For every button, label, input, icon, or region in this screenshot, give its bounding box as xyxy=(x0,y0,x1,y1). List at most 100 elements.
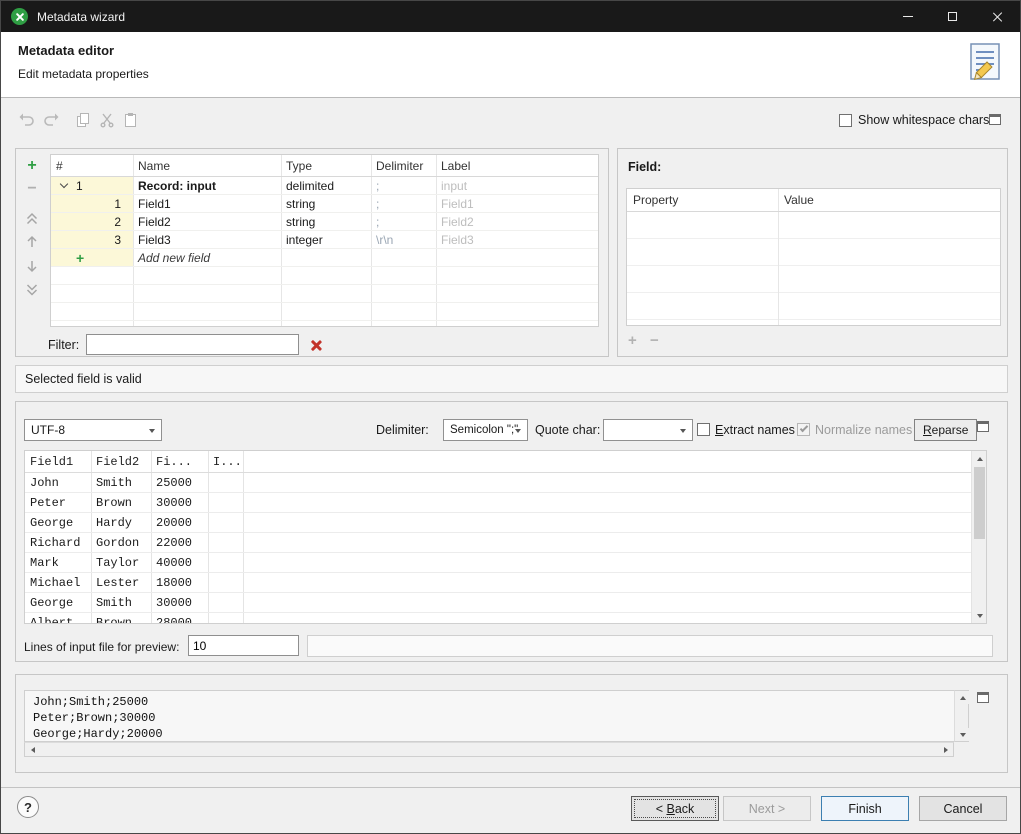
add-field-plus-icon[interactable]: + xyxy=(76,250,84,266)
table-row-field2[interactable]: 2 Field2 string ; Field2 xyxy=(51,213,598,231)
quote-char-select[interactable] xyxy=(603,419,693,441)
cancel-button[interactable]: Cancel xyxy=(919,796,1007,821)
scroll-up-button[interactable] xyxy=(972,451,987,466)
property-row-empty xyxy=(627,293,1000,320)
record-fields-table: # Name Type Delimiter Label 1 Record: in… xyxy=(50,154,599,327)
field-property-group: Field: Property Value + − xyxy=(617,148,1008,357)
maximize-section-icon[interactable] xyxy=(977,692,989,703)
maximize-button[interactable] xyxy=(930,1,975,32)
cell-name: Field1 xyxy=(133,195,281,212)
scroll-down-button[interactable] xyxy=(955,728,970,741)
arrow-down-icon xyxy=(24,258,40,274)
scroll-up-button[interactable] xyxy=(955,691,970,704)
triangle-right-icon xyxy=(944,747,948,753)
add-property-button[interactable]: + xyxy=(628,332,637,349)
table-row-empty xyxy=(51,267,598,285)
encoding-select[interactable]: UTF-8 xyxy=(24,419,162,441)
preview-row: MichaelLester18000 xyxy=(25,573,986,593)
table-row-add-new-field[interactable]: + Add new field xyxy=(51,249,598,267)
preview-row: PeterBrown30000 xyxy=(25,493,986,513)
scroll-down-button[interactable] xyxy=(972,608,987,623)
property-table: Property Value xyxy=(626,188,1001,326)
preview-lines-input[interactable] xyxy=(188,635,299,656)
add-field-button[interactable]: + xyxy=(22,157,42,175)
close-button[interactable] xyxy=(975,1,1020,32)
finish-button[interactable]: Finish xyxy=(821,796,909,821)
table-row-record[interactable]: 1 Record: input delimited ; input xyxy=(51,177,598,195)
undo-button[interactable] xyxy=(17,111,37,129)
reparse-button[interactable]: Reparse xyxy=(914,419,977,441)
cell-row-number: 2 xyxy=(51,213,133,230)
table-row-empty xyxy=(51,303,598,321)
normalize-names-label: Normalize names xyxy=(815,423,912,437)
expander-icon[interactable] xyxy=(60,180,68,188)
table-row-field1[interactable]: 1 Field1 string ; Field1 xyxy=(51,195,598,213)
wizard-banner-icon xyxy=(962,40,1008,89)
close-icon xyxy=(992,11,1004,23)
page-title: Metadata editor xyxy=(18,43,114,58)
filter-input[interactable] xyxy=(86,334,299,355)
cell-row-number: + xyxy=(51,249,133,266)
move-up-button[interactable] xyxy=(22,233,42,251)
extract-names-checkbox[interactable] xyxy=(697,423,710,436)
chevron-down-icon xyxy=(680,429,686,433)
cell-label: Field3 xyxy=(436,231,598,248)
preview-row: JohnSmith25000 xyxy=(25,473,986,493)
redo-button[interactable] xyxy=(41,111,61,129)
table-row-field3[interactable]: 3 Field3 integer \r\n Field3 xyxy=(51,231,598,249)
chevron-down-icon xyxy=(515,429,521,433)
triangle-left-icon xyxy=(31,747,35,753)
help-button[interactable]: ? xyxy=(17,796,39,818)
double-chevron-up-icon xyxy=(24,210,40,226)
maximize-section-icon[interactable] xyxy=(977,421,989,432)
validation-status-bar: Selected field is valid xyxy=(15,365,1008,393)
maximize-icon xyxy=(948,12,957,21)
cell-label: Field2 xyxy=(436,213,598,230)
preview-row: GeorgeSmith30000 xyxy=(25,593,986,613)
redo-icon xyxy=(42,112,60,128)
maximize-section-icon[interactable] xyxy=(989,114,1001,125)
validation-status-text: Selected field is valid xyxy=(25,372,142,386)
scroll-right-button[interactable] xyxy=(938,743,953,756)
paste-icon xyxy=(122,112,138,128)
property-row-empty xyxy=(627,239,1000,266)
minimize-button[interactable] xyxy=(885,1,930,32)
cell-delimiter: ; xyxy=(371,177,436,194)
raw-preview-text[interactable]: John;Smith;25000 Peter;Brown;30000 Georg… xyxy=(24,690,954,742)
undo-icon xyxy=(18,112,36,128)
move-down-button[interactable] xyxy=(22,257,42,275)
plus-icon: + xyxy=(27,159,36,173)
raw-horizontal-scrollbar[interactable] xyxy=(24,742,954,757)
scrollbar-thumb[interactable] xyxy=(974,467,985,539)
arrow-up-icon xyxy=(24,234,40,250)
collapse-all-button[interactable] xyxy=(22,209,42,227)
preview-row: RichardGordon22000 xyxy=(25,533,986,553)
window-title: Metadata wizard xyxy=(37,10,125,24)
show-whitespace-checkbox[interactable] xyxy=(839,114,852,127)
metadata-wizard-window: Metadata wizard Metadata editor Edit met… xyxy=(0,0,1021,834)
raw-vertical-scrollbar[interactable] xyxy=(954,690,969,742)
scroll-left-button[interactable] xyxy=(25,743,40,756)
back-button[interactable]: < Back xyxy=(631,796,719,821)
app-logo-icon xyxy=(11,8,28,25)
cell-type: string xyxy=(281,195,371,212)
remove-property-button[interactable]: − xyxy=(650,332,659,349)
triangle-down-icon xyxy=(977,614,983,618)
page-subtitle: Edit metadata properties xyxy=(18,67,149,81)
expand-all-button[interactable] xyxy=(22,281,42,299)
paste-button[interactable] xyxy=(120,111,140,129)
clear-filter-button[interactable] xyxy=(310,339,322,351)
data-preview-table: Field1 Field2 Fi... I... JohnSmith25000 … xyxy=(24,450,987,624)
preview-vertical-scrollbar[interactable] xyxy=(971,451,986,623)
next-button[interactable]: Next > xyxy=(723,796,811,821)
normalize-names-checkbox[interactable] xyxy=(797,423,810,436)
cell-label: Field1 xyxy=(436,195,598,212)
raw-line: George;Hardy;20000 xyxy=(33,726,954,742)
cell-delimiter: ; xyxy=(371,213,436,230)
column-header-type: Type xyxy=(281,155,371,176)
cut-button[interactable] xyxy=(97,111,117,129)
copy-button[interactable] xyxy=(73,111,93,129)
delimiter-select[interactable]: Semicolon ";" xyxy=(443,419,528,441)
cell-type: integer xyxy=(281,231,371,248)
remove-field-button[interactable]: − xyxy=(22,180,42,198)
